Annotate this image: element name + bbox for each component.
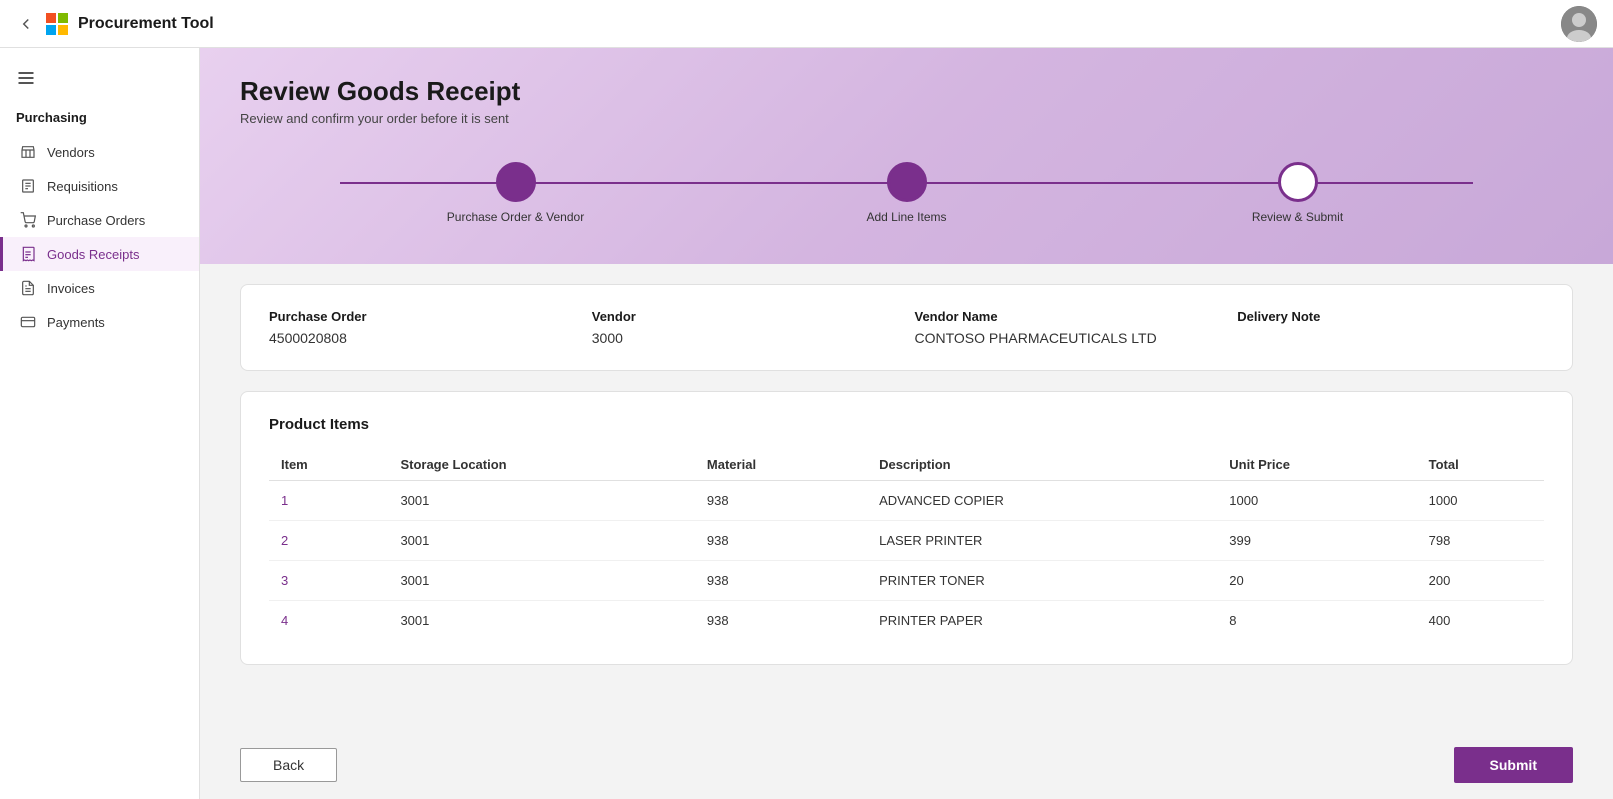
stepper-circle-2 [887, 162, 927, 202]
vendor-field: Vendor 3000 [592, 309, 899, 346]
cell-description: ADVANCED COPIER [867, 481, 1217, 521]
table-row: 3 3001 938 PRINTER TONER 20 200 [269, 561, 1544, 601]
cell-storage: 3001 [388, 561, 694, 601]
stepper-circle-1 [496, 162, 536, 202]
order-icon [19, 211, 37, 229]
list-icon [19, 177, 37, 195]
stepper-label-2: Add Line Items [866, 210, 946, 224]
sidebar-item-payments[interactable]: Payments [0, 305, 199, 339]
table-row: 2 3001 938 LASER PRINTER 399 798 [269, 521, 1544, 561]
stepper-label-1: Purchase Order & Vendor [447, 210, 584, 224]
item-number: 1 [281, 493, 288, 508]
sidebar: Purchasing Vendors Requisitions [0, 48, 200, 799]
cell-unit-price: 1000 [1217, 481, 1416, 521]
cell-unit-price: 399 [1217, 521, 1416, 561]
purchase-order-label: Purchase Order [269, 309, 576, 324]
stepper-circle-3 [1278, 162, 1318, 202]
item-number: 2 [281, 533, 288, 548]
cell-description: LASER PRINTER [867, 521, 1217, 561]
topbar: Procurement Tool [0, 0, 1613, 48]
purchase-order-value: 4500020808 [269, 330, 576, 346]
purchase-order-field: Purchase Order 4500020808 [269, 309, 576, 346]
receipt-icon [19, 245, 37, 263]
cell-description: PRINTER PAPER [867, 601, 1217, 641]
content-area: Review Goods Receipt Review and confirm … [200, 48, 1613, 799]
sidebar-label-goods-receipts: Goods Receipts [47, 247, 140, 262]
order-info-grid: Purchase Order 4500020808 Vendor 3000 Ve… [269, 309, 1544, 346]
cell-total: 400 [1417, 601, 1544, 641]
delivery-note-field: Delivery Note [1237, 309, 1544, 346]
order-info-card: Purchase Order 4500020808 Vendor 3000 Ve… [240, 284, 1573, 371]
table-header-row: Item Storage Location Material Descripti… [269, 449, 1544, 481]
sidebar-section-title: Purchasing [0, 104, 199, 135]
hamburger-button[interactable] [0, 60, 199, 96]
cell-material: 938 [695, 561, 867, 601]
page-subtitle: Review and confirm your order before it … [240, 111, 1573, 126]
vendor-label: Vendor [592, 309, 899, 324]
cell-unit-price: 20 [1217, 561, 1416, 601]
col-description: Description [867, 449, 1217, 481]
page-title: Review Goods Receipt [240, 76, 1573, 107]
sidebar-label-requisitions: Requisitions [47, 179, 118, 194]
col-material: Material [695, 449, 867, 481]
sidebar-item-goods-receipts[interactable]: Goods Receipts [0, 237, 199, 271]
stepper-step-3: Review & Submit [1102, 162, 1493, 224]
col-unit-price: Unit Price [1217, 449, 1416, 481]
stepper-step-1: Purchase Order & Vendor [320, 162, 711, 224]
delivery-note-label: Delivery Note [1237, 309, 1544, 324]
vendor-name-value: CONTOSO PHARMACEUTICALS LTD [915, 330, 1222, 346]
cell-total: 1000 [1417, 481, 1544, 521]
back-button[interactable] [16, 14, 36, 34]
cell-total: 798 [1417, 521, 1544, 561]
sidebar-item-purchase-orders[interactable]: Purchase Orders [0, 203, 199, 237]
payment-icon [19, 313, 37, 331]
shop-icon [19, 143, 37, 161]
product-items-title: Product Items [269, 416, 1544, 433]
microsoft-logo [46, 13, 68, 35]
cards-area: Purchase Order 4500020808 Vendor 3000 Ve… [200, 264, 1613, 731]
invoice-icon [19, 279, 37, 297]
stepper-label-3: Review & Submit [1252, 210, 1343, 224]
avatar[interactable] [1561, 6, 1597, 42]
sidebar-item-invoices[interactable]: Invoices [0, 271, 199, 305]
back-button[interactable]: Back [240, 748, 337, 782]
cell-storage: 3001 [388, 521, 694, 561]
topbar-left: Procurement Tool [16, 13, 214, 35]
cell-material: 938 [695, 601, 867, 641]
product-items-card: Product Items Item Storage Location Mate… [240, 391, 1573, 665]
col-storage: Storage Location [388, 449, 694, 481]
footer-buttons: Back Submit [200, 731, 1613, 799]
table-row: 4 3001 938 PRINTER PAPER 8 400 [269, 601, 1544, 641]
col-item: Item [269, 449, 388, 481]
cell-storage: 3001 [388, 481, 694, 521]
cell-material: 938 [695, 481, 867, 521]
vendor-name-field: Vendor Name CONTOSO PHARMACEUTICALS LTD [915, 309, 1222, 346]
sidebar-label-payments: Payments [47, 315, 105, 330]
vendor-value: 3000 [592, 330, 899, 346]
stepper-step-2: Add Line Items [711, 162, 1102, 224]
main-layout: Purchasing Vendors Requisitions [0, 48, 1613, 799]
cell-material: 938 [695, 521, 867, 561]
item-number: 3 [281, 573, 288, 588]
vendor-name-label: Vendor Name [915, 309, 1222, 324]
cell-total: 200 [1417, 561, 1544, 601]
submit-button[interactable]: Submit [1454, 747, 1573, 783]
table-row: 1 3001 938 ADVANCED COPIER 1000 1000 [269, 481, 1544, 521]
cell-storage: 3001 [388, 601, 694, 641]
items-table: Item Storage Location Material Descripti… [269, 449, 1544, 640]
sidebar-item-vendors[interactable]: Vendors [0, 135, 199, 169]
cell-description: PRINTER TONER [867, 561, 1217, 601]
col-total: Total [1417, 449, 1544, 481]
cell-unit-price: 8 [1217, 601, 1416, 641]
stepper: Purchase Order & Vendor Add Line Items R… [240, 162, 1573, 224]
sidebar-label-purchase-orders: Purchase Orders [47, 213, 145, 228]
item-number: 4 [281, 613, 288, 628]
app-title: Procurement Tool [78, 15, 214, 33]
header-banner: Review Goods Receipt Review and confirm … [200, 48, 1613, 264]
sidebar-label-invoices: Invoices [47, 281, 95, 296]
sidebar-label-vendors: Vendors [47, 145, 95, 160]
sidebar-item-requisitions[interactable]: Requisitions [0, 169, 199, 203]
